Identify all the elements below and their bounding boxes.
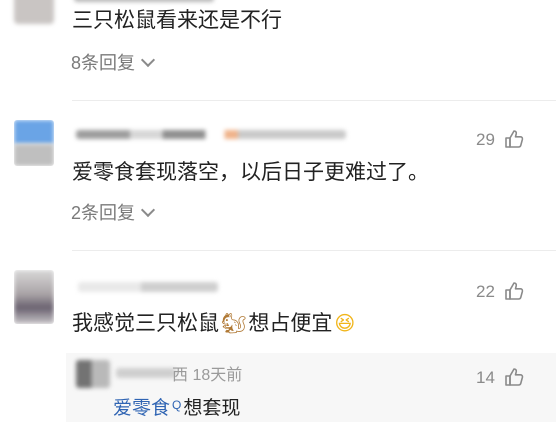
squirrel-emoji-icon: 🐿	[221, 313, 247, 335]
chevron-down-icon	[140, 52, 156, 68]
reply-text: 爱零食 Q 想套现	[113, 398, 240, 420]
like-count: 14	[476, 368, 495, 387]
replies-toggle[interactable]: 8条回复	[71, 52, 156, 74]
avatar[interactable]	[76, 360, 110, 388]
avatar[interactable]	[14, 0, 54, 24]
username[interactable]	[74, 0, 214, 2]
thumbs-up-icon[interactable]	[503, 128, 525, 150]
comment-text: 爱零食套现落空，以后日子更难过了。	[72, 161, 429, 184]
search-link[interactable]: 爱零食	[113, 398, 170, 420]
comment-text-prefix: 我感觉三只松鼠	[72, 312, 219, 335]
divider	[72, 100, 556, 101]
like-count: 22	[476, 282, 495, 301]
comment-text: 我感觉三只松鼠 🐿 想占便宜 😆	[72, 310, 355, 338]
replies-count: 8条回复	[71, 53, 136, 73]
reply-text-rest: 想套现	[183, 398, 241, 419]
username[interactable]	[116, 368, 176, 378]
replies-toggle[interactable]: 2条回复	[71, 202, 156, 224]
chevron-down-icon	[140, 202, 156, 218]
avatar[interactable]	[14, 270, 54, 324]
replies-count: 2条回复	[71, 203, 136, 223]
search-icon[interactable]: Q	[172, 399, 181, 411]
thumbs-up-icon[interactable]	[503, 280, 525, 302]
reply-meta: 西 18天前	[172, 367, 243, 384]
laugh-emoji-icon: 😆	[334, 313, 356, 335]
thumbs-up-icon[interactable]	[503, 366, 525, 388]
username[interactable]	[78, 282, 218, 292]
comment-text: 三只松鼠看来还是不行	[72, 9, 282, 32]
avatar[interactable]	[14, 120, 54, 166]
like-count: 29	[476, 130, 495, 149]
username[interactable]	[76, 130, 346, 139]
divider	[72, 250, 556, 251]
comment-text-suffix: 想占便宜	[248, 312, 333, 335]
